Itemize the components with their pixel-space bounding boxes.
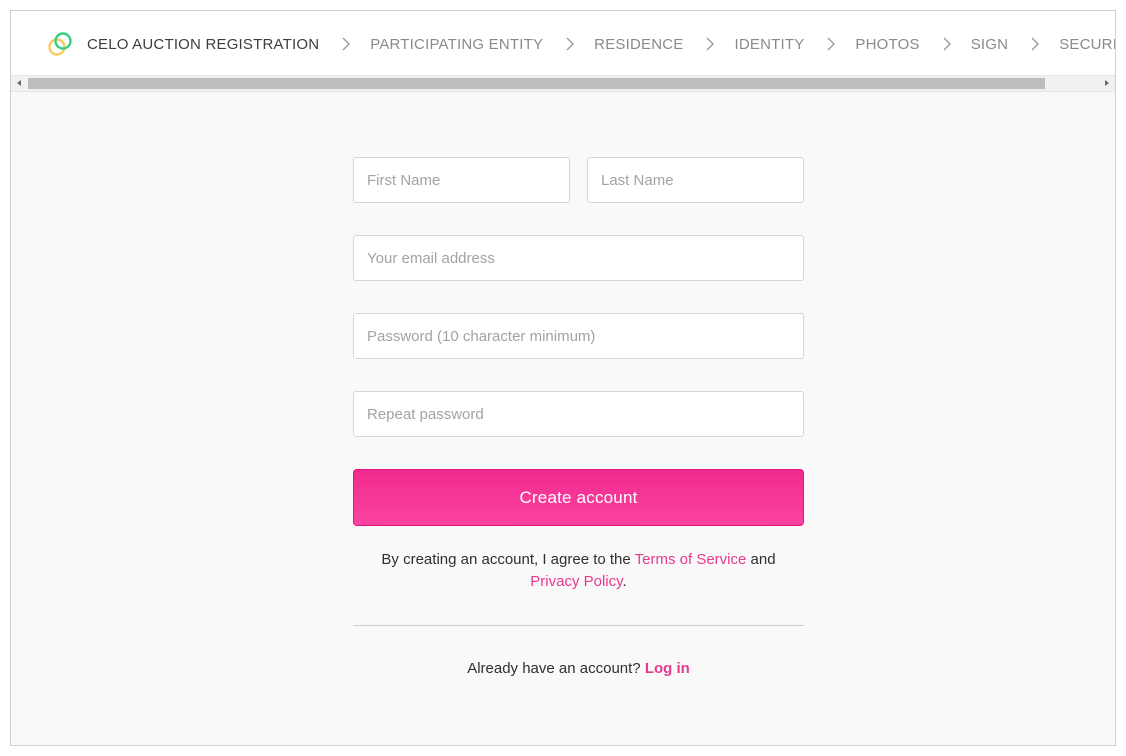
create-account-button[interactable]: Create account xyxy=(353,469,804,526)
step-security[interactable]: SECURITY xyxy=(1059,36,1115,53)
login-prompt-text: Already have an account? xyxy=(467,660,645,677)
name-row xyxy=(353,157,804,203)
email-input[interactable] xyxy=(353,235,804,281)
terms-suffix-text: . xyxy=(622,573,627,590)
step-participating-entity[interactable]: PARTICIPATING ENTITY xyxy=(370,36,543,53)
step-residence[interactable]: RESIDENCE xyxy=(594,36,683,53)
chevron-right-icon xyxy=(705,37,715,51)
privacy-policy-link[interactable]: Privacy Policy xyxy=(530,573,622,590)
login-prompt: Already have an account? Log in xyxy=(353,660,804,677)
terms-of-service-link[interactable]: Terms of Service xyxy=(635,551,747,568)
celo-logo-icon xyxy=(48,32,72,56)
first-name-input[interactable] xyxy=(353,157,570,203)
chevron-right-icon xyxy=(942,37,952,51)
password-input[interactable] xyxy=(353,313,804,359)
scrollbar-thumb[interactable] xyxy=(28,78,1045,89)
chevron-right-icon xyxy=(1030,37,1040,51)
step-navigation: CELO AUCTION REGISTRATION PARTICIPATING … xyxy=(11,11,1115,75)
chevron-right-icon xyxy=(341,37,351,51)
scroll-right-arrow-icon[interactable] xyxy=(1105,80,1109,86)
step-identity[interactable]: IDENTITY xyxy=(734,36,804,53)
divider xyxy=(353,625,804,626)
terms-notice: By creating an account, I agree to the T… xyxy=(353,549,804,593)
chevron-right-icon xyxy=(826,37,836,51)
scroll-left-arrow-icon[interactable] xyxy=(17,80,21,86)
horizontal-scrollbar[interactable] xyxy=(11,75,1115,92)
terms-and-text: and xyxy=(746,551,776,568)
app-title: CELO AUCTION REGISTRATION xyxy=(87,35,320,53)
create-account-form: Create account By creating an account, I… xyxy=(353,157,804,677)
repeat-password-input[interactable] xyxy=(353,391,804,437)
registration-window: CELO AUCTION REGISTRATION PARTICIPATING … xyxy=(10,10,1116,746)
last-name-input[interactable] xyxy=(587,157,804,203)
step-photos[interactable]: PHOTOS xyxy=(855,36,919,53)
breadcrumb: CELO AUCTION REGISTRATION PARTICIPATING … xyxy=(47,32,1115,56)
login-link[interactable]: Log in xyxy=(645,660,690,677)
step-sign[interactable]: SIGN xyxy=(971,36,1008,53)
terms-prefix-text: By creating an account, I agree to the xyxy=(381,551,635,568)
chevron-right-icon xyxy=(565,37,575,51)
